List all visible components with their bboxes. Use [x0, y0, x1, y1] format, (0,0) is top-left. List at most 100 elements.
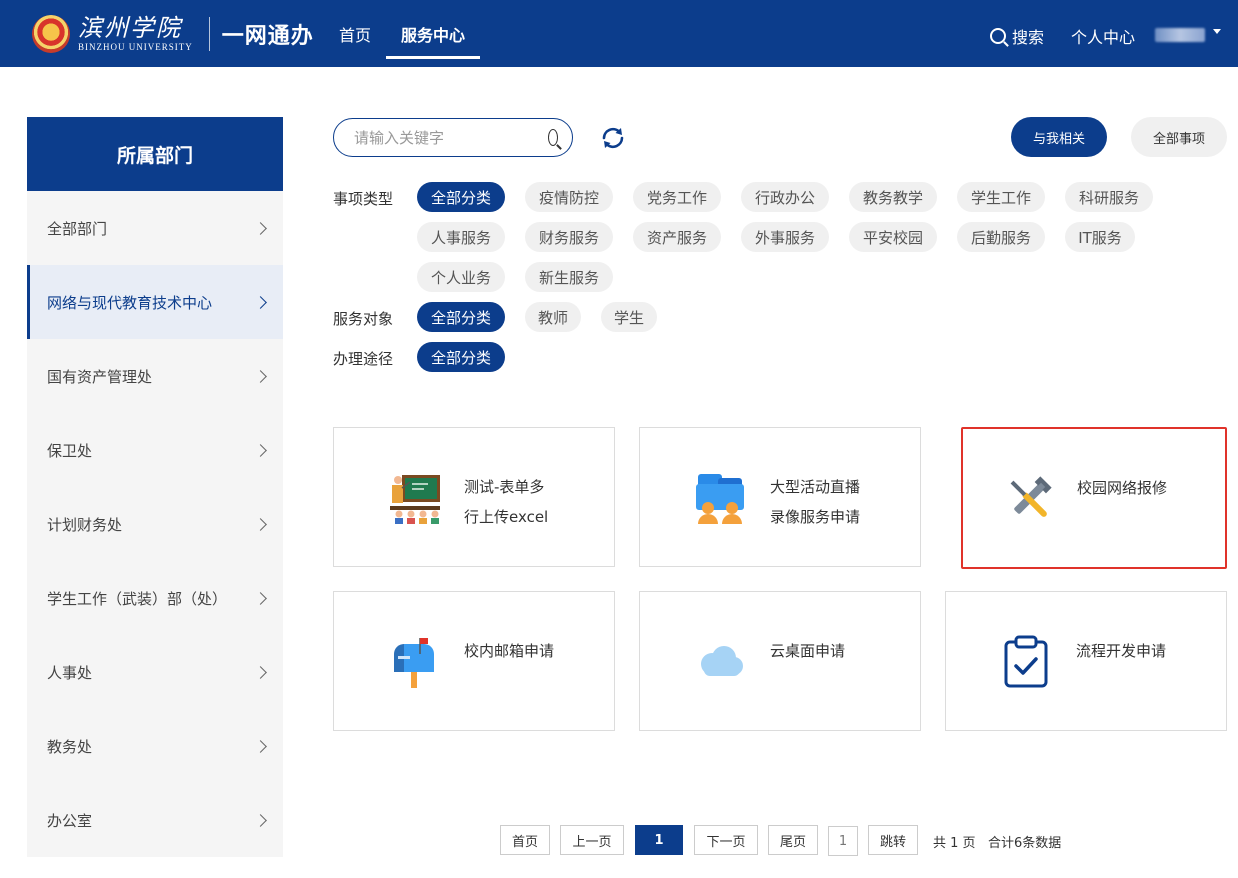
filter-label-target: 服务对象 [333, 310, 394, 328]
classroom-icon [390, 475, 440, 524]
page-last-button[interactable]: 尾页 [768, 825, 818, 855]
service-card[interactable]: 校内邮箱申请 [333, 591, 615, 731]
chip-target[interactable]: 学生 [601, 302, 657, 332]
sidebar-item-office[interactable]: 办公室 [27, 783, 283, 857]
header-search-label: 搜索 [1012, 28, 1045, 47]
sidebar-item-academic[interactable]: 教务处 [27, 709, 283, 783]
chip-type[interactable]: 行政办公 [741, 182, 829, 212]
card-title-line: 流程开发申请 [1076, 642, 1167, 660]
chevron-right-icon [254, 517, 267, 531]
page-prev-button[interactable]: 上一页 [560, 825, 624, 855]
chip-target[interactable]: 教师 [525, 302, 581, 332]
filter-label-channel: 办理途径 [333, 350, 394, 368]
card-title: 校内邮箱申请 [464, 636, 604, 666]
page-first-button[interactable]: 首页 [500, 825, 550, 855]
nav-home[interactable]: 首页 [339, 22, 371, 46]
card-title-line: 校内邮箱申请 [464, 642, 555, 660]
chevron-right-icon [254, 813, 267, 827]
top-header: 滨州学院 BINZHOU UNIVERSITY 一网通办 首页 服务中心 搜索 … [0, 0, 1238, 67]
filter-label-type: 事项类型 [333, 190, 394, 208]
chip-type[interactable]: IT服务 [1065, 222, 1135, 252]
sidebar-item-all[interactable]: 全部部门 [27, 191, 283, 265]
chip-type[interactable]: 人事服务 [417, 222, 505, 252]
chevron-right-icon [254, 443, 267, 457]
service-card[interactable]: 流程开发申请 [945, 591, 1227, 731]
card-title-line: 测试-表单多 [464, 478, 545, 496]
chevron-right-icon [254, 369, 267, 383]
sidebar-item-label: 计划财务处 [47, 515, 123, 534]
sidebar-item-label: 学生工作（武装）部（处） [47, 589, 228, 608]
chip-target[interactable]: 全部分类 [417, 302, 505, 332]
chevron-right-icon [254, 665, 267, 679]
card-title: 校园网络报修 [1077, 473, 1217, 503]
logo-divider [208, 17, 210, 51]
university-seal-icon [32, 15, 70, 53]
university-name-en: BINZHOU UNIVERSITY [78, 42, 193, 52]
page-jump-input[interactable] [828, 826, 858, 856]
service-card[interactable]: 测试-表单多 行上传excel [333, 427, 615, 567]
service-card[interactable]: 云桌面申请 [639, 591, 921, 731]
chip-type[interactable]: 后勤服务 [957, 222, 1045, 252]
search-icon[interactable] [548, 129, 558, 146]
chip-type[interactable]: 个人业务 [417, 262, 505, 292]
chevron-right-icon [254, 221, 267, 235]
chip-type[interactable]: 教务教学 [849, 182, 937, 212]
chip-type[interactable]: 外事服务 [741, 222, 829, 252]
personal-center-link[interactable]: 个人中心 [1071, 24, 1135, 48]
page-current-button[interactable]: 1 [635, 825, 683, 855]
sidebar-item-security[interactable]: 保卫处 [27, 413, 283, 487]
total-pages-text: 共 1 页 [933, 836, 976, 851]
related-to-me-button[interactable]: 与我相关 [1011, 117, 1107, 157]
chevron-right-icon [254, 739, 267, 753]
department-sidebar: 所属部门 全部部门 网络与现代教育技术中心 国有资产管理处 保卫处 计划财务处 … [27, 117, 283, 857]
page-next-button[interactable]: 下一页 [694, 825, 758, 855]
user-name-blurred[interactable] [1155, 28, 1205, 42]
university-name: 滨州学院 BINZHOU UNIVERSITY [78, 15, 193, 53]
sidebar-item-student-affairs[interactable]: 学生工作（武装）部（处） [27, 561, 283, 635]
sidebar-item-label: 国有资产管理处 [47, 367, 153, 386]
search-input[interactable] [354, 128, 548, 147]
card-title-line: 录像服务申请 [770, 508, 861, 526]
sidebar-item-label: 教务处 [47, 737, 93, 756]
university-name-cn: 滨州学院 [78, 14, 182, 42]
chip-type[interactable]: 资产服务 [633, 222, 721, 252]
chip-type[interactable]: 财务服务 [525, 222, 613, 252]
card-title-line: 大型活动直播 [770, 478, 861, 496]
mailbox-icon [394, 638, 434, 688]
service-card-selected[interactable]: 校园网络报修 [961, 427, 1227, 569]
caret-down-icon[interactable] [1213, 29, 1221, 34]
page-jump-button[interactable]: 跳转 [868, 825, 918, 855]
chevron-right-icon [254, 295, 267, 309]
refresh-icon[interactable] [599, 124, 627, 152]
sidebar-title: 所属部门 [27, 117, 283, 191]
sidebar-item-finance[interactable]: 计划财务处 [27, 487, 283, 561]
header-search[interactable]: 搜索 [990, 24, 1044, 48]
chip-type[interactable]: 党务工作 [633, 182, 721, 212]
nav-service-center[interactable]: 服务中心 [401, 22, 465, 46]
service-card[interactable]: 大型活动直播 录像服务申请 [639, 427, 921, 567]
sidebar-item-label: 保卫处 [47, 441, 93, 460]
nav-active-underline [386, 56, 480, 59]
live-stream-icon [696, 474, 744, 524]
sidebar-item-assets[interactable]: 国有资产管理处 [27, 339, 283, 413]
card-title-line: 校园网络报修 [1077, 479, 1168, 497]
sidebar-item-label: 全部部门 [47, 219, 108, 238]
keyword-search-box [333, 118, 573, 157]
chip-type[interactable]: 科研服务 [1065, 182, 1153, 212]
sidebar-item-network-center[interactable]: 网络与现代教育技术中心 [27, 265, 283, 339]
chip-type[interactable]: 新生服务 [525, 262, 613, 292]
total-items-text: 合计6条数据 [988, 836, 1062, 851]
clipboard-check-icon [1004, 635, 1048, 688]
chip-type[interactable]: 疫情防控 [525, 182, 613, 212]
sidebar-item-hr[interactable]: 人事处 [27, 635, 283, 709]
university-logo[interactable]: 滨州学院 BINZHOU UNIVERSITY 一网通办 [32, 12, 314, 56]
chip-channel[interactable]: 全部分类 [417, 342, 505, 372]
sidebar-item-label: 人事处 [47, 663, 93, 682]
chip-type[interactable]: 全部分类 [417, 182, 505, 212]
chevron-right-icon [254, 591, 267, 605]
sidebar-item-label: 办公室 [47, 811, 93, 830]
chip-type[interactable]: 学生工作 [957, 182, 1045, 212]
card-title: 流程开发申请 [1076, 636, 1216, 666]
chip-type[interactable]: 平安校园 [849, 222, 937, 252]
all-items-button[interactable]: 全部事项 [1131, 117, 1227, 157]
